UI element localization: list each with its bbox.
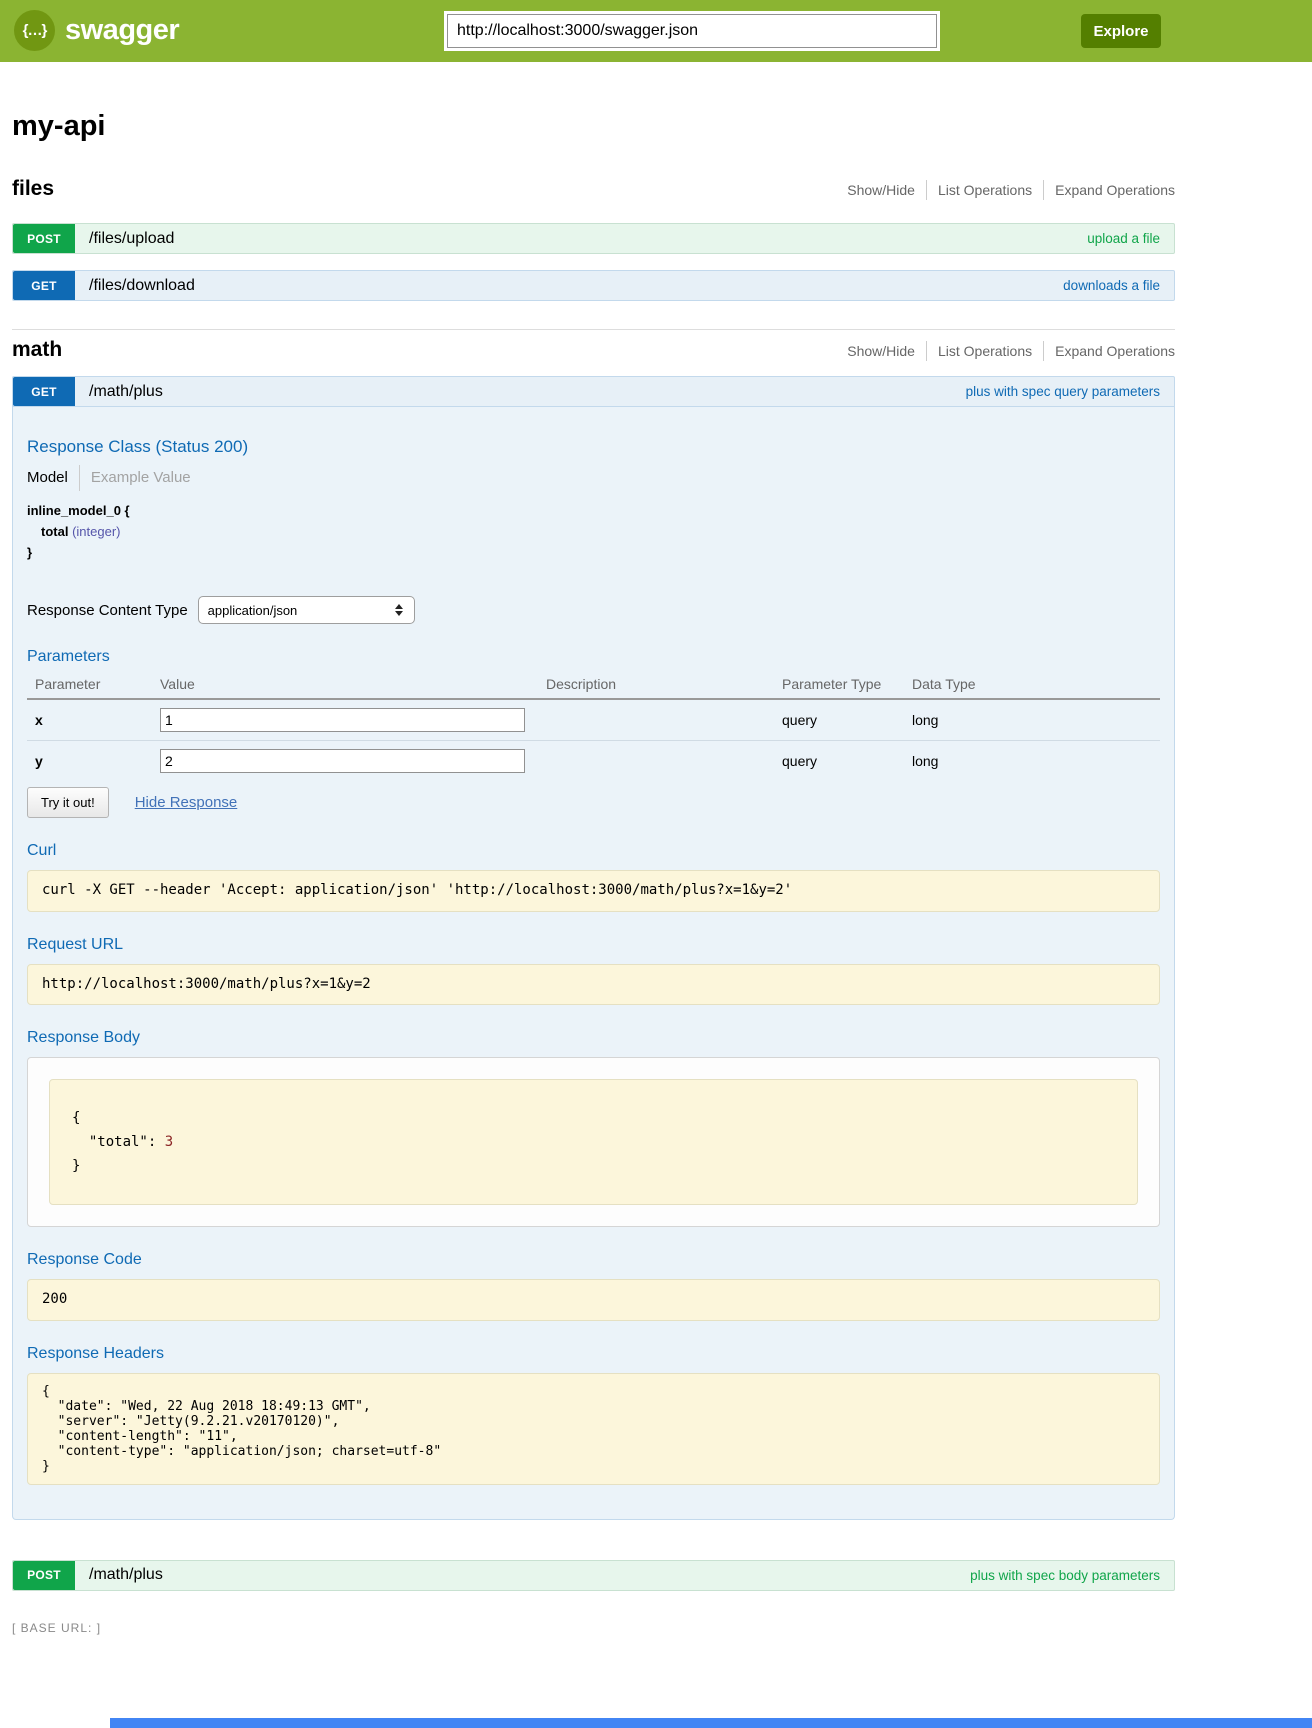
model-tabs: Model Example Value xyxy=(27,465,1160,491)
list-operations-link[interactable]: List Operations xyxy=(926,180,1043,200)
parameter-y-value-input[interactable] xyxy=(160,749,525,773)
operation-row-post-math-plus[interactable]: POST /math/plus plus with spec body para… xyxy=(12,1560,1175,1591)
request-url-heading: Request URL xyxy=(27,936,1160,954)
section-files-title[interactable]: files xyxy=(12,177,54,201)
parameter-description xyxy=(546,699,782,741)
spec-url-input[interactable] xyxy=(447,14,937,48)
operation-summary[interactable]: upload a file xyxy=(1087,231,1160,246)
show-hide-link[interactable]: Show/Hide xyxy=(836,180,926,200)
section-files: files Show/Hide List Operations Expand O… xyxy=(12,177,1175,301)
response-content-type-row: Response Content Type application/json xyxy=(27,596,1160,624)
method-badge-get[interactable]: GET xyxy=(13,377,75,406)
parameter-type: query xyxy=(782,699,912,741)
response-headers-json: { "date": "Wed, 22 Aug 2018 18:49:13 GMT… xyxy=(27,1373,1160,1485)
parameter-description xyxy=(546,741,782,782)
tab-example-value[interactable]: Example Value xyxy=(79,465,191,491)
operation-content-panel: Response Class (Status 200) Model Exampl… xyxy=(12,407,1175,1520)
response-code-heading: Response Code xyxy=(27,1251,1160,1269)
section-math-title[interactable]: math xyxy=(12,338,62,362)
parameters-table: Parameter Value Description Parameter Ty… xyxy=(27,670,1160,781)
json-number-value: 3 xyxy=(165,1134,173,1150)
operation-summary[interactable]: plus with spec query parameters xyxy=(966,384,1160,399)
operation-row-get-files-download[interactable]: GET /files/download downloads a file xyxy=(12,270,1175,301)
operation-path[interactable]: /files/upload xyxy=(89,230,174,248)
model-signature: inline_model_0 { total (integer) } xyxy=(27,503,1160,560)
model-name: inline_model_0 { xyxy=(27,503,1160,518)
operation-summary[interactable]: downloads a file xyxy=(1063,278,1160,293)
operation-path[interactable]: /files/download xyxy=(89,277,195,295)
list-operations-link[interactable]: List Operations xyxy=(926,341,1043,361)
swagger-logo-icon: {…} xyxy=(14,10,55,51)
method-badge-post[interactable]: POST xyxy=(13,1561,75,1590)
response-code-value: 200 xyxy=(27,1279,1160,1321)
operation-row-post-files-upload[interactable]: POST /files/upload upload a file xyxy=(12,223,1175,254)
main-content: my-api files Show/Hide List Operations E… xyxy=(12,110,1175,1635)
bottom-blue-bar xyxy=(110,1718,1312,1728)
response-content-type-label: Response Content Type xyxy=(27,602,188,619)
column-header: Parameter xyxy=(27,670,160,699)
parameter-row-x: x query long xyxy=(27,699,1160,741)
curl-command: curl -X GET --header 'Accept: applicatio… xyxy=(27,870,1160,912)
operation-path[interactable]: /math/plus xyxy=(89,1566,163,1584)
sandbox-actions: Try it out! Hide Response xyxy=(27,787,1160,818)
expand-operations-link[interactable]: Expand Operations xyxy=(1043,180,1175,200)
expand-operations-link[interactable]: Expand Operations xyxy=(1043,341,1175,361)
parameter-x-value-input[interactable] xyxy=(160,708,525,732)
operation-row-get-math-plus[interactable]: GET /math/plus plus with spec query para… xyxy=(12,376,1175,407)
model-close-brace: } xyxy=(27,545,1160,560)
select-updown-arrows-icon xyxy=(395,604,405,616)
parameter-data-type: long xyxy=(912,741,1160,782)
hide-response-link[interactable]: Hide Response xyxy=(135,794,238,811)
parameter-data-type: long xyxy=(912,699,1160,741)
section-math-controls: Show/Hide List Operations Expand Operati… xyxy=(836,341,1175,361)
operation-summary[interactable]: plus with spec body parameters xyxy=(970,1568,1160,1583)
section-files-controls: Show/Hide List Operations Expand Operati… xyxy=(836,180,1175,200)
model-property: total (integer) xyxy=(27,524,1160,539)
swagger-logo[interactable]: {…} swagger xyxy=(14,10,179,51)
section-math: math Show/Hide List Operations Expand Op… xyxy=(12,338,1175,1591)
parameter-name: y xyxy=(27,741,160,782)
section-files-head: files Show/Hide List Operations Expand O… xyxy=(12,177,1175,201)
column-header: Data Type xyxy=(912,670,1160,699)
response-body-container: { "total": 3 } xyxy=(27,1057,1160,1227)
selected-content-type: application/json xyxy=(208,603,298,618)
column-header: Parameter Type xyxy=(782,670,912,699)
base-url-footer: [ BASE URL: ] xyxy=(12,1621,1175,1635)
section-divider xyxy=(12,329,1175,330)
parameters-heading: Parameters xyxy=(27,648,1160,666)
column-header: Description xyxy=(546,670,782,699)
brand-title: swagger xyxy=(65,14,179,47)
parameter-row-y: y query long xyxy=(27,741,1160,782)
response-class-heading: Response Class (Status 200) xyxy=(27,437,1160,457)
show-hide-link[interactable]: Show/Hide xyxy=(836,341,926,361)
parameter-name: x xyxy=(27,699,160,741)
tab-model[interactable]: Model xyxy=(27,465,79,491)
explore-button[interactable]: Explore xyxy=(1081,14,1161,48)
api-title: my-api xyxy=(12,110,1175,143)
operation-path[interactable]: /math/plus xyxy=(89,383,163,401)
parameter-type: query xyxy=(782,741,912,782)
column-header: Value xyxy=(160,670,546,699)
response-body-json: { "total": 3 } xyxy=(49,1079,1138,1205)
response-content-type-select[interactable]: application/json xyxy=(198,596,415,624)
section-math-head: math Show/Hide List Operations Expand Op… xyxy=(12,338,1175,362)
operation-get-math-plus: GET /math/plus plus with spec query para… xyxy=(12,376,1175,1520)
property-type: (integer) xyxy=(72,524,120,539)
method-badge-post[interactable]: POST xyxy=(13,224,75,253)
request-url-value: http://localhost:3000/math/plus?x=1&y=2 xyxy=(27,964,1160,1006)
parameters-header-row: Parameter Value Description Parameter Ty… xyxy=(27,670,1160,699)
method-badge-get[interactable]: GET xyxy=(13,271,75,300)
header-bar: {…} swagger Explore xyxy=(0,0,1312,62)
curl-heading: Curl xyxy=(27,842,1160,860)
response-headers-heading: Response Headers xyxy=(27,1345,1160,1363)
try-it-out-button[interactable]: Try it out! xyxy=(27,787,109,818)
response-body-heading: Response Body xyxy=(27,1029,1160,1047)
